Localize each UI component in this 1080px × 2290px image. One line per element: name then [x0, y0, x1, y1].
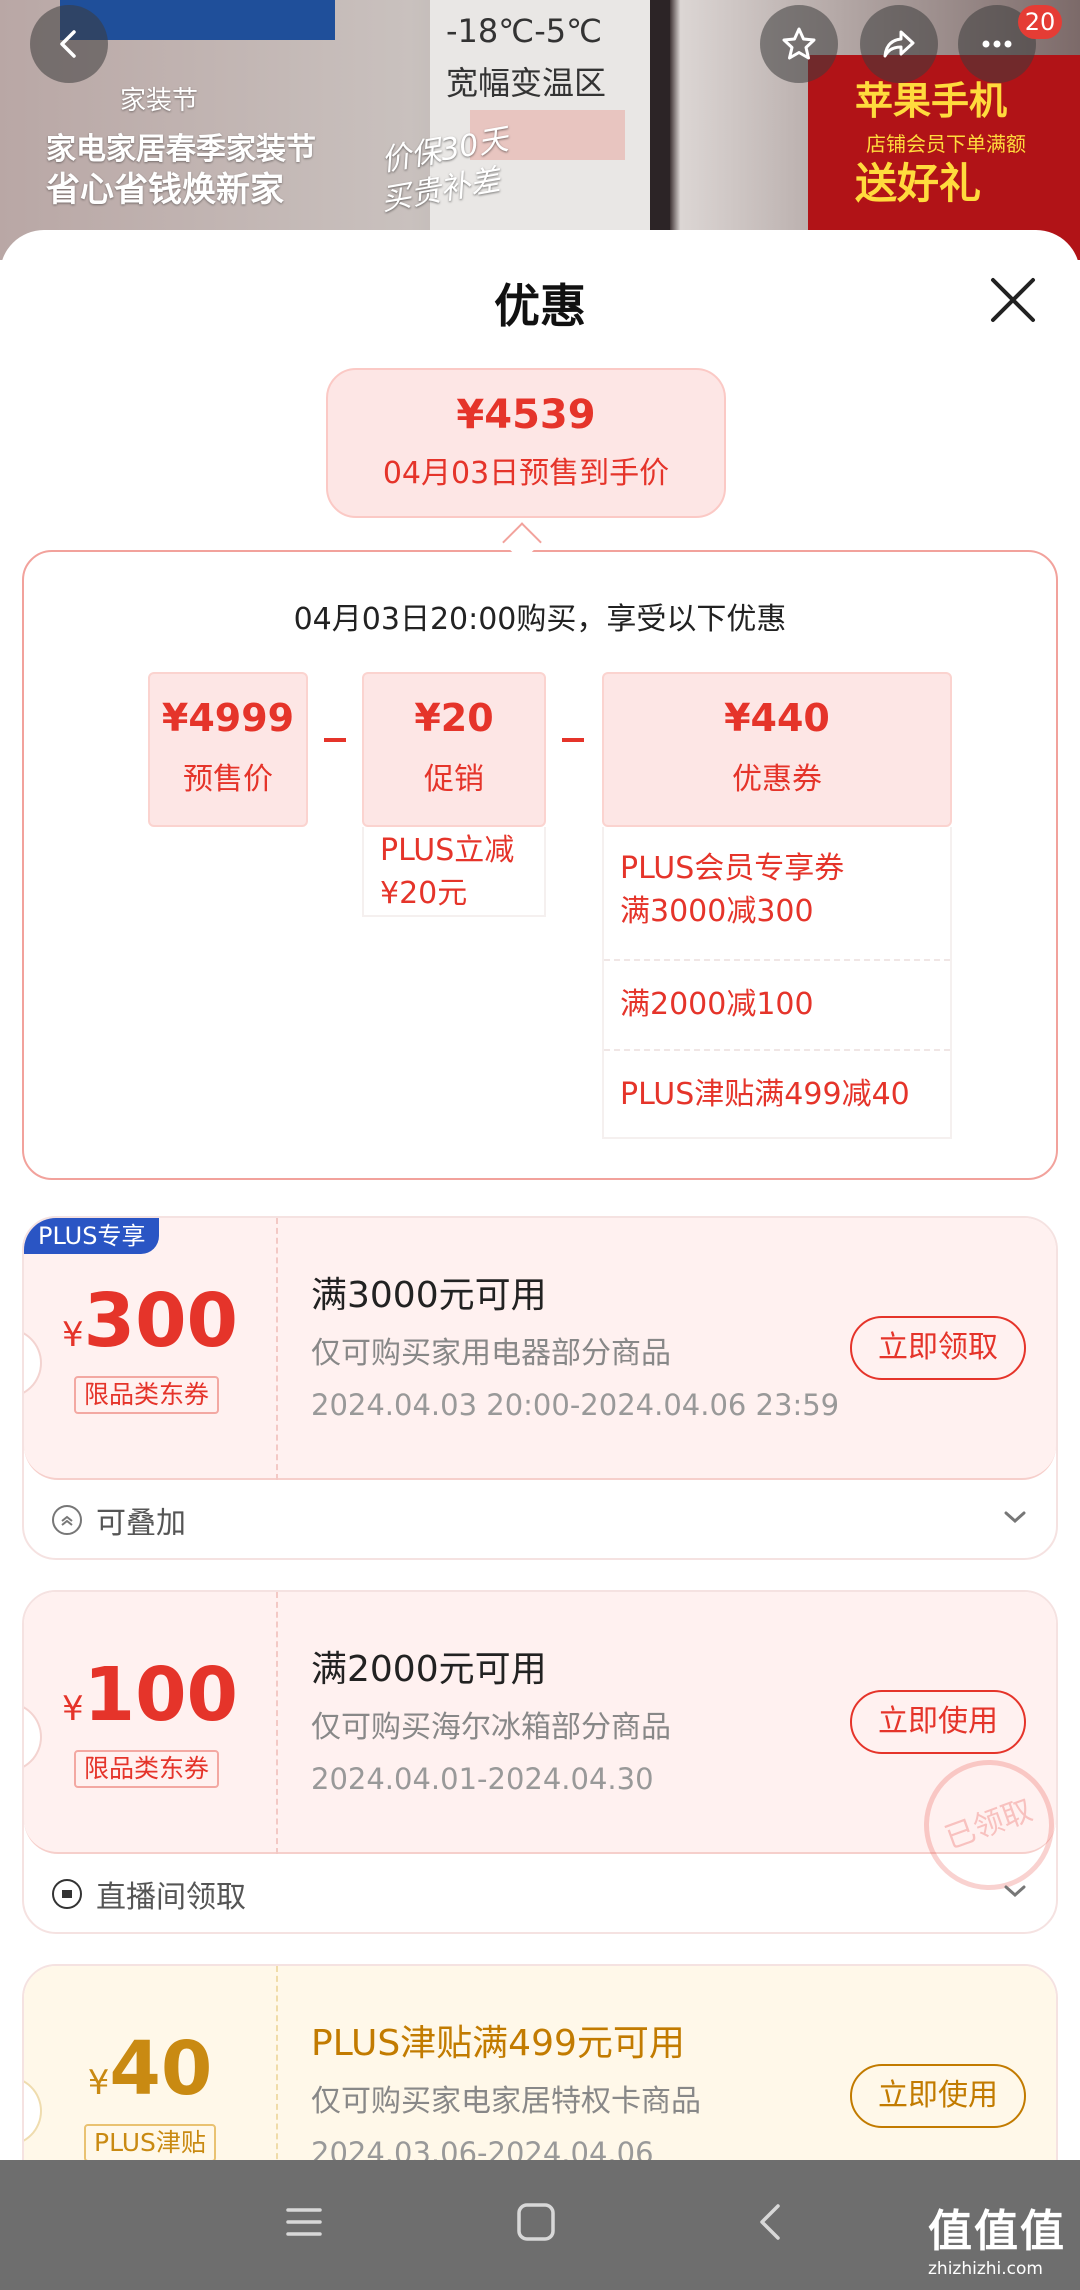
- coupon-footer-text: 直播间领取: [96, 1880, 246, 1915]
- back-icon: [60, 30, 76, 58]
- coupon-card: ¥100 限品类东券 满2000元可用 仅可购买海尔冰箱部分商品 2024.04…: [22, 1590, 1058, 1934]
- coupon-type-badge: 限品类东券: [74, 1750, 220, 1788]
- system-nav-bar: [0, 2160, 1080, 2290]
- share-icon: [883, 30, 915, 58]
- claimed-stamp: 已领取: [905, 1741, 1056, 1909]
- plus-exclusive-tag: PLUS专享: [24, 1218, 160, 1254]
- coupon-title: 满3000元可用: [311, 1275, 547, 1316]
- fridge-temp-text: -18℃-5℃: [446, 12, 603, 50]
- coupon-validity: 2024.04.03 20:00-2024.04.06 23:59: [311, 1388, 840, 1422]
- currency-symbol: ¥: [61, 1315, 84, 1355]
- claim-coupon-button[interactable]: 立即领取: [850, 1316, 1026, 1380]
- minus-sign: [324, 738, 346, 742]
- star-icon: [782, 27, 816, 60]
- presale-value: ¥4999: [161, 696, 295, 740]
- share-button[interactable]: [860, 5, 938, 83]
- watermark-logo: 值值值: [928, 2206, 1066, 2257]
- sheet-title: 优惠: [494, 279, 586, 333]
- home-icon[interactable]: [514, 2200, 558, 2244]
- coupon-label: 优惠券: [732, 762, 822, 797]
- discount-sheet: 优惠 ¥4539 04月03日预售到手价 04月03日20:00购买，享受以下优…: [0, 230, 1080, 2290]
- coupon-divider: [276, 1592, 278, 1854]
- promo-line2: 省心省钱焕新家: [46, 170, 284, 210]
- coupon-detail-item: PLUS会员专享券 满3000减300: [620, 851, 845, 929]
- promo-label: 促销: [424, 762, 484, 797]
- currency-symbol: ¥: [87, 2063, 110, 2103]
- coupon-divider: [276, 1218, 278, 1480]
- coupon-value: ¥440: [724, 696, 830, 740]
- coupon-type-badge: 限品类东券: [74, 1376, 220, 1414]
- chevron-down-icon[interactable]: [1002, 1508, 1028, 1526]
- coupon-amount: ¥100: [24, 1652, 276, 1738]
- coupon-type-badge: PLUS津贴: [84, 2124, 216, 2162]
- coupon-footer: 可叠加: [52, 1498, 186, 1542]
- final-price-label: 04月03日预售到手价: [382, 456, 670, 491]
- coupon-amount: ¥300: [24, 1278, 276, 1364]
- coupon-detail-item: 满2000减100: [604, 959, 950, 1049]
- live-icon: [52, 1879, 82, 1909]
- close-icon[interactable]: [985, 272, 1041, 328]
- right-promo-line3: 送好礼: [855, 159, 982, 208]
- minus-sign: [562, 738, 584, 742]
- promo-festival: 家装节: [120, 86, 199, 116]
- promo-value: ¥20: [414, 696, 494, 740]
- coupon-amount-value: 100: [83, 1652, 239, 1738]
- coupon-card-body: PLUS专享 ¥300 限品类东券 满3000元可用 仅可购买家用电器部分商品 …: [24, 1218, 1056, 1480]
- coupon-footer-text: 可叠加: [96, 1506, 186, 1541]
- coupon-detail-item: PLUS津贴满499减40: [604, 1049, 950, 1137]
- coupon-card-body: ¥100 限品类东券 满2000元可用 仅可购买海尔冰箱部分商品 2024.04…: [24, 1592, 1056, 1909]
- back-button[interactable]: [30, 5, 108, 83]
- chevron-down-icon[interactable]: [1002, 1882, 1028, 1900]
- more-icon: [982, 40, 1012, 48]
- coupon-box: ¥440 优惠券: [602, 672, 952, 827]
- menu-icon[interactable]: [282, 2200, 326, 2244]
- favorite-button[interactable]: [760, 5, 838, 83]
- coupon-amount-value: 40: [109, 2026, 213, 2112]
- presale-label: 预售价: [183, 762, 273, 797]
- final-price-box: ¥4539 04月03日预售到手价: [326, 368, 726, 518]
- coupon-scope: 仅可购买家用电器部分商品: [311, 1336, 671, 1371]
- use-coupon-button[interactable]: 立即使用: [850, 2064, 1026, 2128]
- coupon-scope: 仅可购买家电家居特权卡商品: [311, 2084, 701, 2119]
- coupon-detail-list: PLUS会员专享券 满3000减300 满2000减100 PLUS津贴满499…: [602, 827, 952, 1139]
- price-breakdown: 04月03日20:00购买，享受以下优惠 ¥4999 预售价 ¥20 促销 PL…: [22, 550, 1058, 1180]
- nav-back-icon[interactable]: [750, 2200, 794, 2244]
- coupon-amount: ¥40: [24, 2026, 276, 2112]
- final-price: ¥4539: [456, 392, 596, 438]
- breakdown-heading: 04月03日20:00购买，享受以下优惠: [293, 602, 787, 637]
- presale-price-box: ¥4999 预售价: [148, 672, 308, 827]
- coupon-validity: 2024.04.01-2024.04.30: [311, 1762, 654, 1796]
- coupon-title: 满2000元可用: [311, 1649, 547, 1690]
- coupon-amount-value: 300: [83, 1278, 239, 1364]
- stack-icon: [52, 1505, 82, 1535]
- coupon-title: PLUS津贴满499元可用: [311, 2023, 685, 2064]
- promo-box: ¥20 促销: [362, 672, 546, 827]
- fridge-door: [650, 0, 670, 260]
- watermark: 值值值 zhizhizhi.com: [928, 2195, 1066, 2279]
- coupon-scope: 仅可购买海尔冰箱部分商品: [311, 1710, 671, 1745]
- coupon-footer: 直播间领取: [52, 1872, 246, 1916]
- coupon-card: PLUS专享 ¥300 限品类东券 满3000元可用 仅可购买家用电器部分商品 …: [22, 1216, 1058, 1560]
- promo-detail-item: PLUS立减 ¥20元: [380, 833, 515, 911]
- fridge-zone-text: 宽幅变温区: [446, 64, 607, 102]
- use-coupon-button[interactable]: 立即使用: [850, 1690, 1026, 1754]
- watermark-url: zhizhizhi.com: [928, 2259, 1043, 2279]
- currency-symbol: ¥: [61, 1689, 84, 1729]
- promo-detail-list: PLUS立减 ¥20元: [362, 827, 546, 917]
- cart-badge: 20: [1018, 5, 1062, 39]
